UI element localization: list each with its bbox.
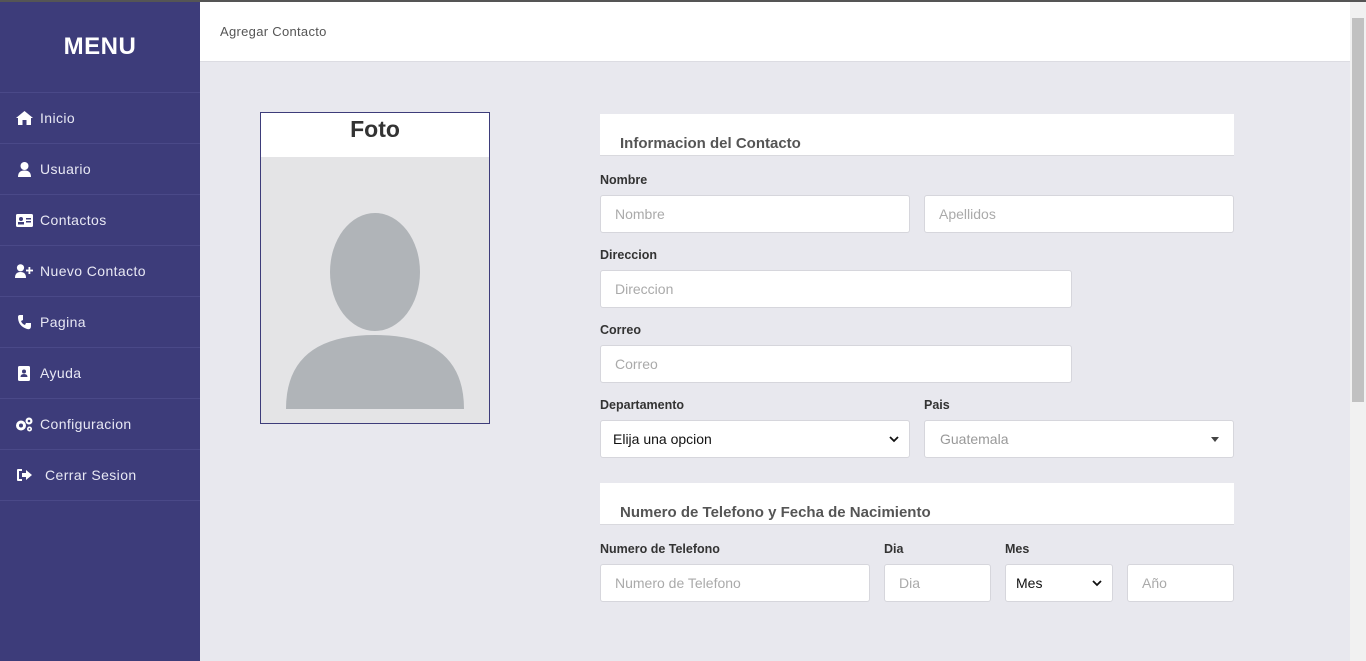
- gears-icon: [15, 416, 33, 432]
- correo-input[interactable]: Correo: [600, 345, 1072, 383]
- mes-label: Mes: [1005, 542, 1030, 556]
- menu-title: MENU: [0, 2, 200, 93]
- sidebar-item-contactos[interactable]: Contactos: [0, 195, 200, 246]
- telefono-label: Numero de Telefono: [600, 542, 720, 556]
- contact-info-header: Informacion del Contacto: [600, 114, 1234, 156]
- caret-down-icon: [1211, 436, 1219, 442]
- direccion-label: Direccion: [600, 248, 657, 262]
- mes-select[interactable]: Mes: [1005, 564, 1113, 602]
- address-card-icon: [15, 212, 33, 228]
- user-plus-icon: [15, 263, 33, 279]
- correo-label: Correo: [600, 323, 641, 337]
- mes-value: Mes: [1016, 575, 1043, 591]
- pais-select[interactable]: Guatemala: [924, 420, 1234, 458]
- telefono-input[interactable]: Numero de Telefono: [600, 564, 870, 602]
- vertical-scrollbar[interactable]: [1350, 2, 1366, 661]
- phone-birth-header: Numero de Telefono y Fecha de Nacimiento: [600, 483, 1234, 525]
- sign-out-icon: [15, 467, 33, 483]
- sidebar-item-usuario[interactable]: Usuario: [0, 144, 200, 195]
- sidebar-item-label: Contactos: [40, 212, 107, 228]
- topbar: Agregar Contacto: [200, 2, 1350, 62]
- breadcrumb: Agregar Contacto: [220, 24, 327, 39]
- dia-input[interactable]: Dia: [884, 564, 991, 602]
- sidebar-item-label: Usuario: [40, 161, 92, 177]
- departamento-value: Elija una opcion: [613, 431, 712, 447]
- dia-label: Dia: [884, 542, 904, 556]
- sidebar-item-label: Cerrar Sesion: [45, 467, 137, 483]
- photo-title: Foto: [261, 113, 489, 157]
- avatar-placeholder-icon: [286, 213, 464, 409]
- sidebar-item-ayuda[interactable]: Ayuda: [0, 348, 200, 399]
- sidebar-item-label: Configuracion: [40, 416, 132, 432]
- sidebar-item-configuracion[interactable]: Configuracion: [0, 399, 200, 450]
- pais-value: Guatemala: [940, 431, 1009, 447]
- anio-input[interactable]: Año: [1127, 564, 1234, 602]
- sidebar-item-label: Nuevo Contacto: [40, 263, 146, 279]
- sidebar-item-inicio[interactable]: Inicio: [0, 93, 200, 144]
- sidebar-item-cerrar-sesion[interactable]: Cerrar Sesion: [0, 450, 200, 501]
- sidebar-item-label: Ayuda: [40, 365, 82, 381]
- apellidos-input[interactable]: Apellidos: [924, 195, 1234, 233]
- photo-card[interactable]: Foto: [260, 112, 490, 424]
- address-book-icon: [15, 365, 33, 381]
- nombre-input[interactable]: Nombre: [600, 195, 910, 233]
- home-icon: [15, 110, 33, 126]
- scrollbar-thumb[interactable]: [1352, 18, 1364, 402]
- direccion-input[interactable]: Direccion: [600, 270, 1072, 308]
- phone-icon: [15, 314, 33, 330]
- departamento-label: Departamento: [600, 398, 685, 412]
- sidebar: MENU Inicio Usuario Contactos Nuevo Cont…: [0, 2, 200, 661]
- sidebar-item-pagina[interactable]: Pagina: [0, 297, 200, 348]
- user-icon: [15, 161, 33, 177]
- pais-label: Pais: [924, 398, 950, 412]
- chevron-down-icon: [889, 436, 899, 443]
- sidebar-item-label: Inicio: [40, 110, 76, 126]
- sidebar-item-nuevo-contacto[interactable]: Nuevo Contacto: [0, 246, 200, 297]
- chevron-down-icon: [1092, 580, 1102, 587]
- sidebar-item-label: Pagina: [40, 314, 86, 330]
- nombre-label: Nombre: [600, 173, 648, 187]
- departamento-select[interactable]: Elija una opcion: [600, 420, 910, 458]
